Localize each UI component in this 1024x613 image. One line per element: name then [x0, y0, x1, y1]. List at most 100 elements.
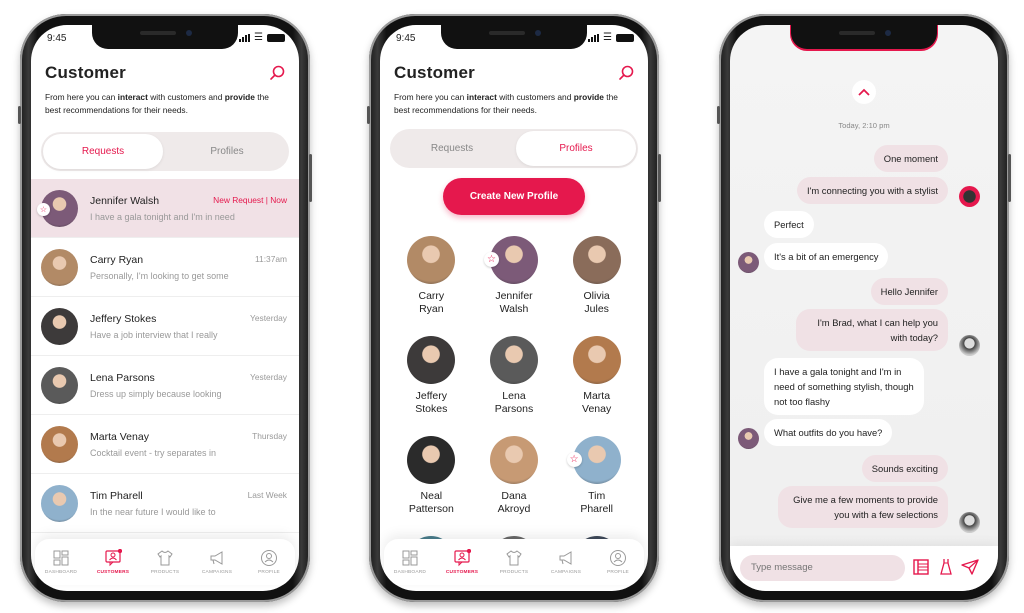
- request-time: Thursday: [252, 431, 287, 441]
- segmented-control: Requests Profiles: [41, 132, 289, 171]
- message-preview: Dress up simply because looking: [90, 388, 222, 399]
- profile-name: Jeffery Stokes: [415, 390, 448, 415]
- profile-card[interactable]: Lena Parsons: [473, 336, 556, 416]
- avatar: [41, 248, 78, 286]
- request-time: New Request | Now: [213, 195, 287, 205]
- catalog-icon[interactable]: [912, 558, 930, 576]
- request-row[interactable]: Jeffery Stokes Have a job interview that …: [31, 297, 299, 356]
- avatar: [407, 336, 456, 384]
- profile-card[interactable]: Neal Patterson: [390, 436, 473, 516]
- request-time: Last Week: [247, 490, 287, 500]
- request-row[interactable]: Carry Ryan Personally, I'm looking to get…: [31, 238, 299, 297]
- nav-label: DASHBOARD: [393, 570, 427, 575]
- avatar: [407, 236, 456, 284]
- profile-name: Tim Pharell: [580, 490, 613, 515]
- avatar: [41, 307, 78, 345]
- avatar: [572, 236, 621, 284]
- avatar: [41, 425, 78, 463]
- sent-message: Give me a few moments to provide you wit…: [778, 486, 948, 528]
- profile-card[interactable]: ☆ Jennifer Walsh: [473, 236, 556, 316]
- nav-item-profile[interactable]: PROFILE: [245, 549, 293, 575]
- search-icon[interactable]: [269, 65, 285, 81]
- nav-label: PROFILE: [258, 570, 280, 575]
- avatar-brad: [959, 512, 980, 533]
- nav-label: PRODUCTS: [499, 570, 529, 575]
- nav-item-dashboard[interactable]: DASHBOARD: [386, 549, 434, 575]
- nav-item-customers[interactable]: CUSTOMERS: [89, 549, 137, 575]
- tab-profiles[interactable]: Profiles: [167, 134, 287, 169]
- nav-label: PRODUCTS: [150, 570, 180, 575]
- request-row[interactable]: Lena Parsons Dress up simply because look…: [31, 356, 299, 415]
- request-list: ☆ Jennifer Walsh I have a gala tonight and…: [31, 179, 299, 533]
- composer: [730, 546, 998, 591]
- create-profile-button[interactable]: Create New Profile: [443, 178, 585, 215]
- star-icon: ☆: [483, 252, 499, 267]
- header: Customer From here you can interact with…: [394, 63, 634, 117]
- tab-requests[interactable]: Requests: [43, 134, 163, 169]
- scroll-up-button[interactable]: [852, 80, 876, 104]
- avatar-brad: [959, 335, 980, 356]
- nav-item-products[interactable]: PRODUCTS: [141, 549, 189, 575]
- profile-card[interactable]: Dana Akroyd: [473, 436, 556, 516]
- dashboard-icon: [402, 550, 418, 566]
- message-preview: Personally, I'm looking to get some: [90, 270, 229, 281]
- page-description: From here you can interact with customer…: [45, 92, 269, 115]
- profile-name: Marta Venay: [582, 390, 612, 415]
- star-icon: ☆: [37, 202, 50, 216]
- avatar-jennifer: [738, 252, 759, 273]
- message-preview: Cocktail event - try separates in: [90, 447, 217, 458]
- sent-message: I'm Brad, what I can help you with today…: [796, 309, 948, 351]
- request-row[interactable]: ☆ Jennifer Walsh I have a gala tonight and…: [31, 179, 299, 238]
- message-preview: Have a job interview that I really: [90, 329, 218, 340]
- message-preview: In the near future I would like to: [90, 506, 216, 517]
- avatar: [41, 484, 78, 522]
- message-input[interactable]: [740, 555, 905, 581]
- phone-requests: 9:45 ☰ Customer From here you can intera…: [18, 14, 312, 602]
- search-icon[interactable]: [618, 65, 634, 81]
- chevron-up-icon: [858, 88, 870, 96]
- avatar: ☆: [566, 436, 621, 484]
- nav-label: CUSTOMERS: [445, 570, 479, 575]
- mute-switch: [717, 106, 720, 124]
- profile-card[interactable]: Carry Ryan: [390, 236, 473, 316]
- received-message: I have a gala tonight and I'm in need of…: [764, 358, 924, 415]
- avatar: ☆: [37, 189, 78, 227]
- profile-name: Jennifer Walsh: [495, 290, 533, 315]
- tshirt-icon: [506, 550, 522, 566]
- dress-icon[interactable]: [937, 558, 955, 576]
- nav-label: CUSTOMERS: [96, 570, 130, 575]
- request-row[interactable]: Tim Pharell In the near future I would li…: [31, 474, 299, 533]
- notch: [791, 25, 937, 49]
- tab-requests[interactable]: Requests: [392, 131, 512, 166]
- profile-grid: Carry Ryan ☆ Jennifer Walsh Olivia Jules Jeffer…: [390, 236, 638, 584]
- sent-message: Sounds exciting: [861, 455, 948, 482]
- nav-item-dashboard[interactable]: DASHBOARD: [37, 549, 85, 575]
- mute-switch: [18, 106, 21, 124]
- screen: 9:45 ☰ Customer From here you can intera…: [31, 25, 299, 591]
- phone-profiles: 9:45 ☰ Customer From here you can intera…: [367, 14, 661, 602]
- bottom-nav: DASHBOARD CUSTOMERS PRODUCTS CAMPAIGNS PROFI…: [35, 539, 295, 585]
- wifi-icon: ☰: [603, 32, 612, 43]
- nav-item-customers[interactable]: CUSTOMERS: [438, 549, 486, 575]
- profile-name: Lena Parsons: [494, 390, 534, 415]
- received-message: It's a bit of an emergency: [764, 243, 889, 270]
- profile-card[interactable]: Jeffery Stokes: [390, 336, 473, 416]
- tshirt-icon: [157, 550, 173, 566]
- nav-item-products[interactable]: PRODUCTS: [490, 549, 538, 575]
- nav-item-profile[interactable]: PROFILE: [594, 549, 642, 575]
- power-button: [1008, 154, 1011, 202]
- message-preview: I have a gala tonight and I'm in need: [90, 211, 235, 222]
- tab-profiles[interactable]: Profiles: [516, 131, 636, 166]
- avatar-bot: [959, 186, 980, 207]
- profile-card[interactable]: Olivia Jules: [555, 236, 638, 316]
- send-icon[interactable]: [961, 558, 979, 576]
- battery-icon: [267, 34, 285, 42]
- profile-card[interactable]: Marta Venay: [555, 336, 638, 416]
- request-row[interactable]: Marta Venay Cocktail event - try separate…: [31, 415, 299, 474]
- nav-item-campaigns[interactable]: CAMPAIGNS: [193, 549, 241, 575]
- avatar: [489, 436, 538, 484]
- profile-card[interactable]: ☆ Tim Pharell: [555, 436, 638, 516]
- nav-item-campaigns[interactable]: CAMPAIGNS: [542, 549, 590, 575]
- profile-name: Dana Akroyd: [497, 490, 531, 515]
- avatar: [572, 336, 621, 384]
